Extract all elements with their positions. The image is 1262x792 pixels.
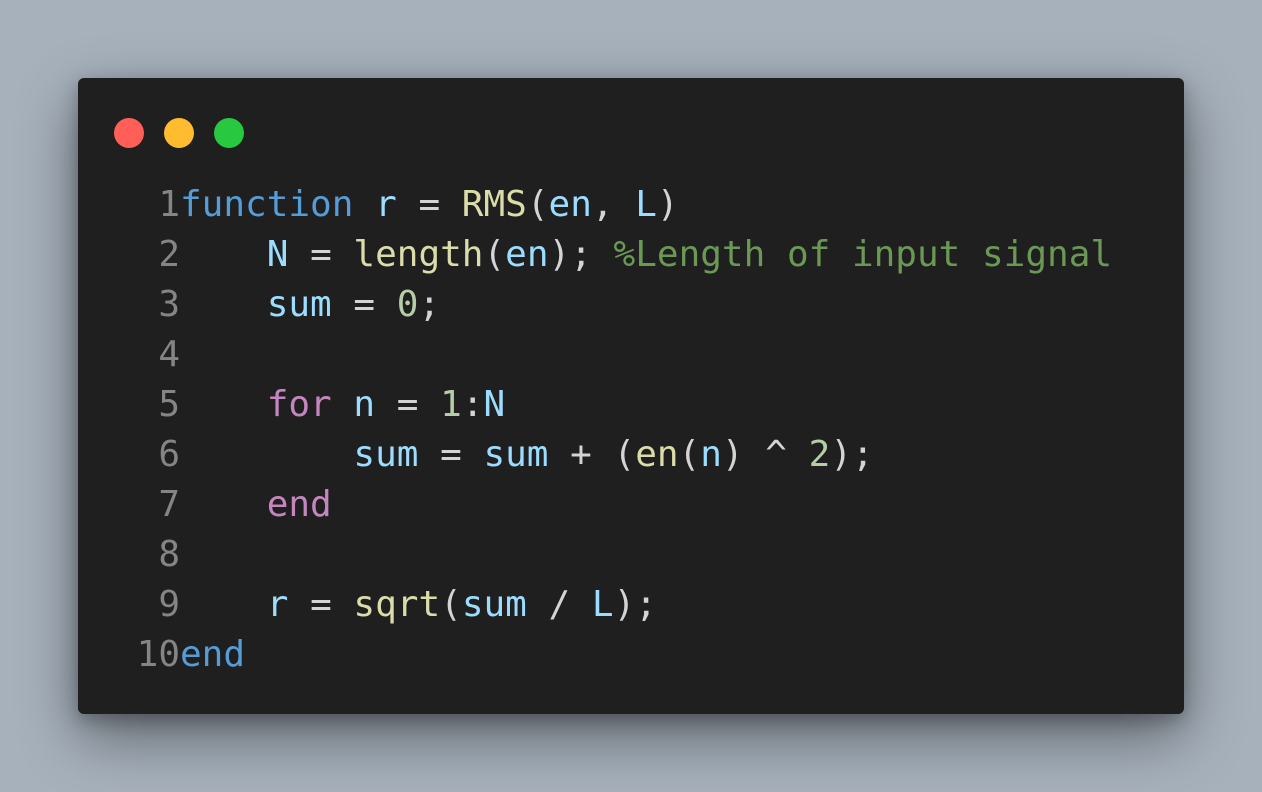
code-token: function [180,184,354,225]
code-token: end [180,634,246,675]
line-content: for n = 1:N [180,380,506,430]
code-token: 1 [440,384,462,425]
code-line: 2 N = length(en); %Length of input signa… [108,230,1112,280]
code-token: = [288,234,354,275]
line-number: 2 [158,234,180,275]
code-block: 1function r = RMS(en, L) 2 N = length(en)… [108,180,1112,680]
line-number: 5 [158,384,180,425]
code-token: N [266,234,289,275]
code-line: 5 for n = 1:N [108,380,1112,430]
code-token: = [331,284,397,325]
code-line: 7 end [108,480,1112,530]
code-line: 6 sum = sum + (en(n) ^ 2); [108,430,1112,480]
line-number: 7 [158,484,180,525]
code-token: = [418,434,484,475]
line-content: end [180,630,245,680]
code-token: sum [266,284,332,325]
line-number: 8 [158,534,180,575]
line-number: 1 [158,184,180,225]
code-token: end [266,484,332,525]
code-token: en [505,234,549,275]
code-token: ); [613,584,657,625]
code-token: sqrt [353,584,441,625]
code-token: 2 [808,434,831,475]
line-number: 10 [136,634,180,675]
code-token: L [591,584,614,625]
code-line: 3 sum = 0; [108,280,1112,330]
code-token: L [635,184,657,225]
code-token: ) ^ [721,434,809,475]
line-number: 9 [158,584,180,625]
code-token: / [526,584,592,625]
code-token: sum [483,434,549,475]
code-token: n [700,434,722,475]
code-line: 9 r = sqrt(sum / L); [108,580,1112,630]
code-token: N [483,384,506,425]
code-token: r [375,184,397,225]
code-token: , [591,184,636,225]
code-token: en [548,184,592,225]
code-token: ); [830,434,874,475]
maximize-window-dot[interactable] [214,118,244,148]
code-token: : [461,384,484,425]
line-content: N = length(en); %Length of input signal [180,230,1112,280]
code-token: ); [548,234,614,275]
code-line: 8 [108,530,1112,580]
code-token: = [396,184,462,225]
code-token: ( [440,584,462,625]
line-number: 3 [158,284,180,325]
code-token: 0 [396,284,419,325]
line-content: sum = 0; [180,280,440,330]
code-token: = [288,584,354,625]
code-token: ( [483,234,506,275]
code-token: r [266,584,289,625]
line-content: function r = RMS(en, L) [180,180,679,230]
code-token: ; [418,284,441,325]
code-token: + ( [548,434,636,475]
line-content: sum = sum + (en(n) ^ 2); [180,430,874,480]
code-token: en [635,434,679,475]
code-line: 4 [108,330,1112,380]
code-token: sum [353,434,419,475]
code-token: ( [678,434,701,475]
code-token: ) [656,184,679,225]
close-window-dot[interactable] [114,118,144,148]
line-content: r = sqrt(sum / L); [180,580,657,630]
minimize-window-dot[interactable] [164,118,194,148]
code-token: for [266,384,332,425]
code-token: sum [461,584,527,625]
code-token: ( [526,184,549,225]
code-window: 1function r = RMS(en, L) 2 N = length(en)… [78,78,1184,714]
code-token: length [353,234,484,275]
code-token: %Length of input signal [613,234,1113,275]
code-token: RMS [461,184,527,225]
line-number: 4 [158,334,180,375]
code-token: = [375,384,441,425]
code-token: n [353,384,376,425]
line-number: 6 [158,434,180,475]
code-line: 10end [108,630,1112,680]
line-content: end [180,480,332,530]
code-line: 1function r = RMS(en, L) [108,180,1112,230]
